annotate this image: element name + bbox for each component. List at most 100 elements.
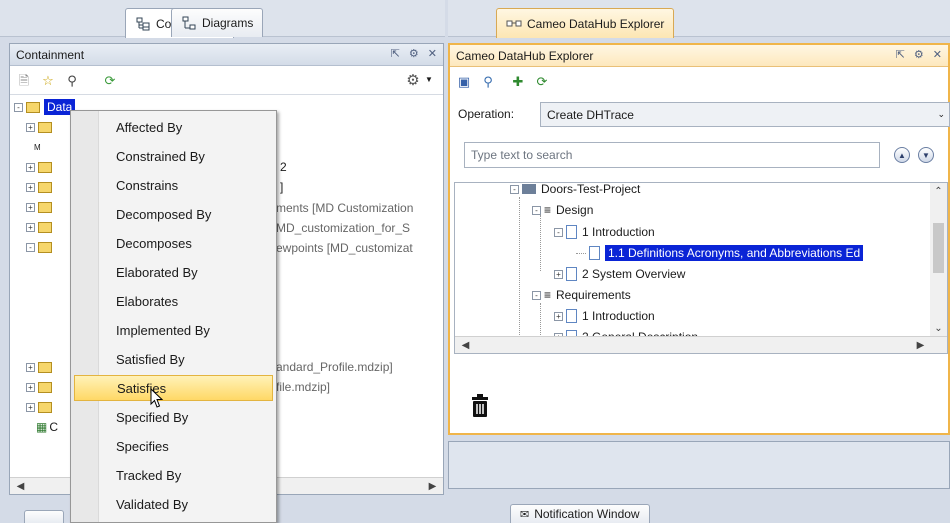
pin-icon[interactable]: ⚙ [409,47,419,60]
menu-item-specifies[interactable]: Specifies [74,433,273,459]
tree-row[interactable]: + [26,377,56,397]
close-icon[interactable]: ✕ [428,47,437,60]
tree-row[interactable]: ▦ C [36,417,58,437]
horizontal-scrollbar[interactable]: ◀ ▶ [455,336,947,353]
menu-item-validated-by[interactable]: Validated By [74,491,273,517]
search-input[interactable]: Type text to search [464,142,880,168]
expand-icon[interactable]: + [554,311,563,321]
tree-label: 1 Introduction [582,309,655,323]
restore-icon[interactable]: ⇱ [391,47,400,60]
tree-row[interactable]: + [26,117,56,137]
add-icon[interactable]: ✚ [510,73,526,89]
collapse-icon[interactable]: - [14,102,23,112]
previous-result-icon[interactable]: ▲ [894,147,910,163]
tree-row[interactable]: - Doors-Test-Project [510,183,640,199]
tree-row[interactable]: + [26,357,56,377]
scroll-left-icon[interactable]: ◀ [12,478,29,495]
collapse-icon[interactable]: - [510,184,519,194]
expand-icon[interactable]: + [26,402,35,412]
menu-item-decomposed-by[interactable]: Decomposed By [74,201,273,227]
new-item-icon[interactable]: 🗎 [16,72,32,88]
menu-item-elaborates[interactable]: Elaborates [74,288,273,314]
menu-item-implemented-by[interactable]: Implemented By [74,317,273,343]
menu-item-constrained-by[interactable]: Constrained By [74,143,273,169]
search-icon[interactable]: ⚲ [64,72,80,88]
tree-row[interactable]: 1.1 Definitions Acronyms, and Abbreviati… [576,243,864,263]
tree-row[interactable]: + [26,217,56,237]
sync-icon[interactable]: ⟳ [534,73,550,89]
datasource-icon[interactable]: ▣ [456,73,472,89]
pin-icon[interactable]: ⚙ [914,48,924,61]
menu-item-decomposes[interactable]: Decomposes [74,230,273,256]
menu-item-tracked-by[interactable]: Tracked By [74,462,273,488]
expand-icon[interactable]: + [26,382,35,392]
search-icon[interactable]: ⚲ [480,73,496,89]
expand-icon[interactable]: + [554,269,563,279]
scroll-left-icon[interactable]: ◀ [457,337,474,353]
refresh-icon[interactable]: ⟳ [102,72,118,88]
expand-icon[interactable]: + [26,202,35,212]
menu-item-affected-by[interactable]: Affected By [74,114,273,140]
close-icon[interactable]: ✕ [933,48,942,61]
menu-item-satisfies[interactable]: Satisfies [74,375,273,401]
tree-row[interactable]: + [26,157,56,177]
datahub-toolbar: ▣ ⚲ ✚ ⟳ [450,68,948,94]
tree-row[interactable]: + [26,197,56,217]
tab-diagrams[interactable]: Diagrams [171,8,264,37]
tree-row[interactable]: - 1 Introduction [554,222,655,242]
tree-row[interactable]: - ≡ Requirements [532,285,631,305]
expand-icon[interactable]: + [26,122,35,132]
collapse-icon[interactable]: - [554,227,563,237]
tree-guide [519,197,520,337]
expand-icon[interactable]: + [26,222,35,232]
diagrams-icon [181,15,197,31]
tree-row[interactable]: - [26,237,56,257]
operation-select[interactable]: Create DHTrace ⌄ [540,102,950,127]
tree-label-selected: 1.1 Definitions Acronyms, and Abbreviati… [605,245,864,261]
collapse-icon[interactable]: - [532,290,541,300]
tab-notification-window[interactable]: ✉ Notification Window [510,504,650,523]
tree-row[interactable]: + [26,397,56,417]
menu-item-satisfied-by[interactable]: Satisfied By [74,346,273,372]
package-icon [38,381,52,393]
trash-icon[interactable] [470,394,490,421]
tree-row[interactable]: + [26,177,56,197]
vertical-scrollbar[interactable]: ⌃ ⌄ [930,183,947,337]
menu-item-elaborated-by[interactable]: Elaborated By [74,259,273,285]
scroll-right-icon[interactable]: ▶ [912,337,929,353]
model-icon: M [34,142,41,152]
scroll-down-icon[interactable]: ⌄ [930,320,947,337]
tree-row[interactable]: + 1 Introduction [554,306,655,326]
tree-label: Requirements [556,288,631,302]
tab-label: Notification Window [534,507,640,521]
tab-bottom-left[interactable] [24,510,64,523]
scroll-right-icon[interactable]: ▶ [424,478,441,495]
tree-row[interactable]: + 2 System Overview [554,264,685,284]
expand-icon[interactable]: + [26,362,35,372]
tree-row[interactable]: M [34,137,41,157]
scroll-thumb[interactable] [933,223,944,273]
tab-label: Diagrams [202,16,254,30]
tab-datahub-explorer[interactable]: Cameo DataHub Explorer [496,8,675,38]
document-icon [566,267,577,281]
expand-icon[interactable]: + [26,182,35,192]
tree-connector [576,252,586,254]
star-icon[interactable]: ☆ [40,72,56,88]
menu-item-specified-by[interactable]: Specified By [74,404,273,430]
expand-icon[interactable]: + [26,162,35,172]
collapse-icon[interactable]: - [26,242,35,252]
tree-text-fragment: 2 [280,160,287,174]
scroll-up-icon[interactable]: ⌃ [930,183,947,200]
chevron-down-icon[interactable]: ▼ [421,72,437,88]
tree-row[interactable]: - ≡ Design [532,200,593,220]
next-result-icon[interactable]: ▼ [918,147,934,163]
restore-icon[interactable]: ⇱ [896,48,905,61]
collapse-icon[interactable]: - [532,205,541,215]
document-icon [589,246,600,260]
menu-item-constrains[interactable]: Constrains [74,172,273,198]
tree-row-root[interactable]: - Data [14,97,76,117]
package-icon [38,361,52,373]
tree-text-fragment: file.mdzip] [276,380,331,394]
datahub-tree: - Doors-Test-Project - ≡ Design - 1 Intr… [454,182,948,354]
gear-icon[interactable]: ⚙ [405,72,421,88]
